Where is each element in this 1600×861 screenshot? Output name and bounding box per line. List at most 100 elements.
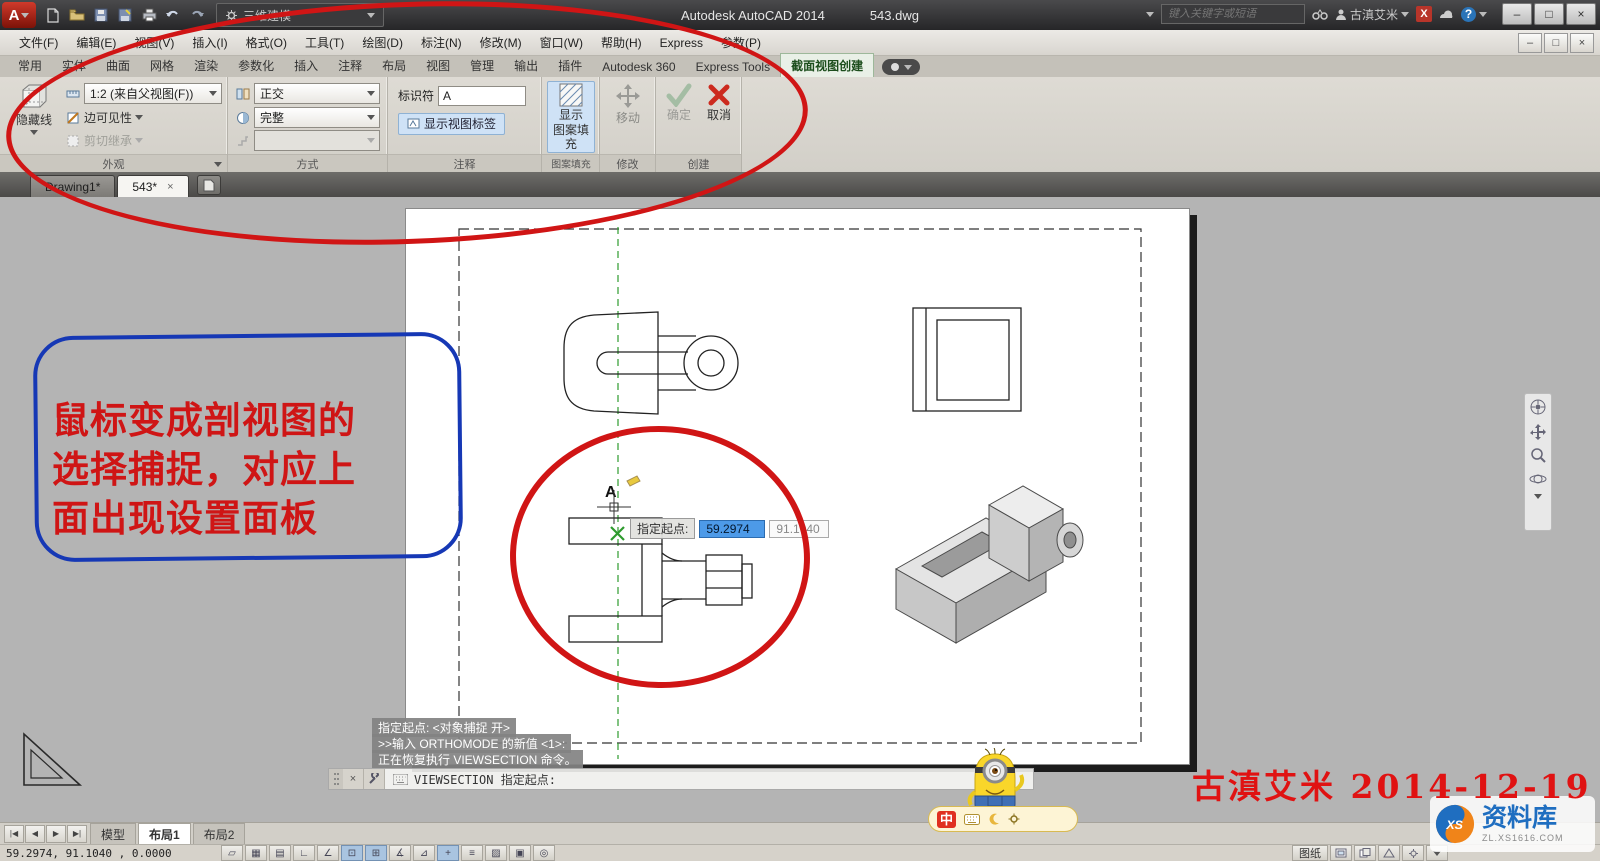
help-icon[interactable]: ? [1461,7,1487,22]
search-input[interactable] [1166,7,1300,21]
workspace-switcher[interactable]: 三维建模 [216,3,384,27]
menu-view[interactable]: 视图(V) [125,30,183,55]
ok-button[interactable]: 确定 [660,83,698,147]
command-grip[interactable] [329,769,343,789]
next-layout-button[interactable]: ▶ [46,825,66,843]
chevron-down-icon[interactable] [1146,12,1154,17]
tab-home[interactable]: 常用 [8,54,52,77]
identifier-input[interactable]: A [438,86,526,106]
menu-insert[interactable]: 插入(I) [183,30,236,55]
dynamic-input-y[interactable]: 91.1040 [769,520,829,538]
menu-parameters[interactable]: 参数(P) [712,30,770,55]
panel-label-appearance[interactable]: 外观 [0,154,227,172]
tab-annotate[interactable]: 注释 [328,54,372,77]
menu-help[interactable]: 帮助(H) [592,30,651,55]
redo-icon[interactable] [188,6,206,24]
toggle-dynamic-ucs[interactable]: ⊿ [413,845,435,861]
open-file-icon[interactable] [68,6,86,24]
autodesk360-icon[interactable] [1439,9,1454,20]
tab-layout[interactable]: 布局 [372,54,416,77]
zoom-icon[interactable] [1529,446,1547,464]
undo-icon[interactable] [164,6,182,24]
tab-solid[interactable]: 实体 [52,54,96,77]
tab-view[interactable]: 视图 [416,54,460,77]
tab-section-view-creation[interactable]: 截面视图创建 [780,53,874,77]
binoculars-icon[interactable] [1312,8,1328,20]
pan-icon[interactable] [1529,422,1547,440]
menu-draw[interactable]: 绘图(D) [353,30,412,55]
toggle-selection-cycling[interactable]: ◎ [533,845,555,861]
paper-model-toggle[interactable]: 图纸 [1292,845,1328,861]
quick-view-drawings-icon[interactable] [1354,845,1376,861]
command-line[interactable]: × VIEWSECTION 指定起点: [328,768,1034,790]
steering-wheel-icon[interactable] [1529,398,1547,416]
toggle-grid-display[interactable]: ▤ [269,845,291,861]
restore-button[interactable]: □ [1534,3,1564,25]
save-as-icon[interactable] [116,6,134,24]
menu-file[interactable]: 文件(F) [10,30,67,55]
tab-manage[interactable]: 管理 [460,54,504,77]
file-tab-drawing1[interactable]: Drawing1* [30,175,115,197]
dynamic-input-x[interactable]: 59.2974 [699,520,765,538]
sign-in-user[interactable]: 古滇艾米 [1335,6,1409,23]
quick-view-layouts-icon[interactable] [1330,845,1352,861]
panel-label-annotation[interactable]: 注释 [388,154,541,172]
panel-label-hatch[interactable]: 图案填充 [542,154,599,172]
tab-surface[interactable]: 曲面 [96,54,140,77]
chevron-down-icon[interactable] [1534,494,1542,499]
toggle-transparency[interactable]: ▨ [485,845,507,861]
last-layout-button[interactable]: ▶| [67,825,87,843]
toggle-ortho-mode[interactable]: ∟ [293,845,315,861]
view-right-square[interactable] [913,308,1021,411]
new-file-icon[interactable] [44,6,62,24]
paper-sheet[interactable]: A [405,208,1190,765]
tab-parametric[interactable]: 参数化 [228,54,284,77]
menu-edit[interactable]: 编辑(E) [67,30,125,55]
toggle-3d-object-snap[interactable]: ⊞ [365,845,387,861]
customize-command-icon[interactable] [364,769,385,789]
command-prompt[interactable]: VIEWSECTION 指定起点: [393,771,556,788]
coordinates-readout[interactable]: 59.2974, 91.1040 , 0.0000 [6,847,221,860]
close-tab-icon[interactable]: × [167,181,173,193]
workspace-switch-icon[interactable] [1402,845,1424,861]
ime-language-indicator[interactable]: 中 [937,811,956,828]
tab-output[interactable]: 输出 [504,54,548,77]
drawing-canvas[interactable]: A [406,209,1189,764]
scale-dropdown[interactable]: 1:2 (来自父视图(F)) [84,83,222,104]
app-menu-button[interactable]: A [2,2,36,28]
move-button[interactable]: 移动 [606,82,650,148]
toggle-object-snap[interactable]: ⊡ [341,845,363,861]
annotation-scale-icon[interactable] [1378,845,1400,861]
tab-autodesk360[interactable]: Autodesk 360 [592,57,685,77]
toggle-quick-properties[interactable]: ▣ [509,845,531,861]
ribbon-options-button[interactable] [882,59,920,75]
tab-express-tools[interactable]: Express Tools [686,57,780,77]
toggle-lineweight[interactable]: ≡ [461,845,483,861]
toggle-dynamic-input[interactable]: + [437,845,459,861]
menu-tools[interactable]: 工具(T) [296,30,353,55]
toggle-snap-mode[interactable]: ▦ [245,845,267,861]
exchange-apps-icon[interactable]: X [1416,6,1432,22]
doc-minimize-button[interactable]: – [1518,33,1542,53]
plot-icon[interactable] [140,6,158,24]
view-isometric-3d[interactable] [896,486,1083,643]
panel-expander-icon[interactable] [214,162,222,167]
keyboard-icon[interactable] [964,814,980,825]
cut-inheritance-button[interactable]: 剪切继承 [84,132,143,149]
close-command-icon[interactable]: × [343,769,364,789]
prev-layout-button[interactable]: ◀ [25,825,45,843]
tab-layout2[interactable]: 布局2 [193,823,246,845]
tab-model[interactable]: 模型 [90,823,136,845]
first-layout-button[interactable]: |◀ [4,825,24,843]
minimize-button[interactable]: – [1502,3,1532,25]
file-tab-543[interactable]: 543* × [117,175,188,197]
toggle-polar-tracking[interactable]: ∠ [317,845,339,861]
tab-mesh[interactable]: 网格 [140,54,184,77]
show-view-label-button[interactable]: 显示视图标签 [398,113,505,135]
orbit-icon[interactable] [1529,470,1547,488]
hidden-lines-button[interactable]: 隐藏线 [8,82,60,150]
cancel-button[interactable]: 取消 [700,83,738,147]
projection-dropdown[interactable]: 正交 [254,83,380,104]
panel-label-create[interactable]: 创建 [656,154,741,172]
toggle-object-snap-tracking[interactable]: ∡ [389,845,411,861]
